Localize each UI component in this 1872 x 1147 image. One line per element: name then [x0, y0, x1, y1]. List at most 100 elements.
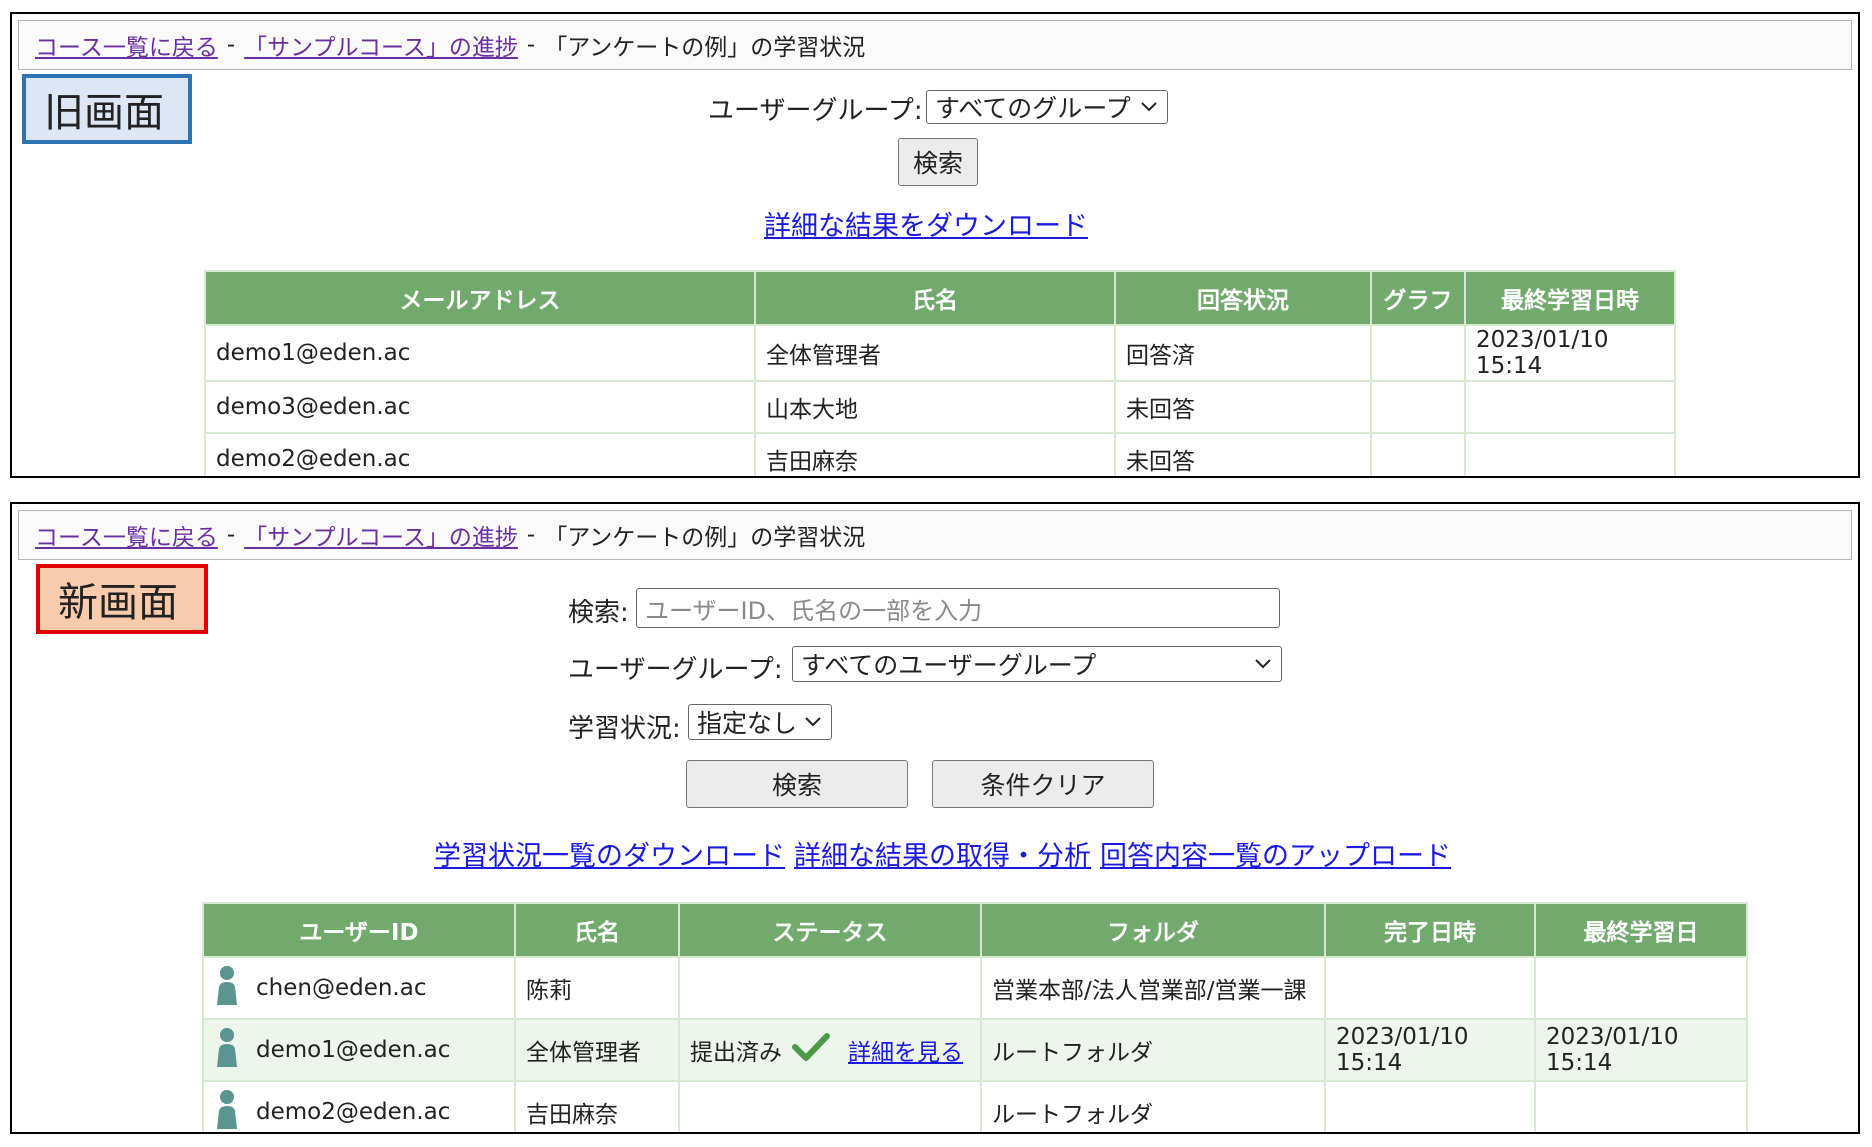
chevron-down-icon	[1137, 95, 1161, 119]
table-row: demo1@eden.ac 全体管理者 提出済み 詳細を見る ルートフォルダ 2…	[202, 1018, 1748, 1082]
last-study-cell	[1464, 432, 1676, 476]
folder-cell: ルートフォルダ	[980, 1018, 1326, 1082]
name-cell: 陈莉	[514, 956, 680, 1020]
breadcrumb-current: 「アンケートの例」の学習状況	[544, 525, 866, 551]
user-id-text[interactable]: demo1@eden.ac	[256, 1037, 450, 1063]
name-cell: 全体管理者	[514, 1018, 680, 1082]
study-status-select[interactable]: 指定なし	[688, 704, 832, 740]
last-study-cell	[1464, 380, 1676, 434]
breadcrumb-separator: -	[526, 522, 536, 548]
col-header-answer-status[interactable]: 回答状況	[1114, 270, 1372, 326]
folder-cell: ルートフォルダ	[980, 1080, 1326, 1132]
col-header-completed[interactable]: 完了日時	[1324, 902, 1536, 958]
table-header-row: メールアドレス 氏名 回答状況 グラフ 最終学習日時	[204, 270, 1676, 326]
chevron-down-icon	[801, 710, 825, 734]
user-icon	[214, 1027, 240, 1073]
search-input[interactable]: ユーザーID、氏名の一部を入力	[636, 588, 1280, 628]
completed-cell	[1324, 1080, 1536, 1132]
graph-cell	[1370, 432, 1466, 476]
course-progress-link[interactable]: 「サンプルコース」の進捗	[244, 28, 518, 62]
status-cell: 提出済み 詳細を見る	[678, 1018, 982, 1082]
study-status-select-value: 指定なし	[697, 709, 798, 738]
table-row: demo2@eden.ac 吉田麻奈 未回答	[204, 432, 1676, 476]
email-cell: demo1@eden.ac	[204, 324, 756, 382]
study-status-label: 学習状況:	[568, 714, 681, 744]
completed-cell: 2023/01/10 15:14	[1324, 1018, 1536, 1082]
back-to-courses-link[interactable]: コース一覧に戻る	[35, 518, 218, 552]
search-button[interactable]: 検索	[686, 760, 908, 808]
col-header-folder[interactable]: フォルダ	[980, 902, 1326, 958]
answer-status-cell: 未回答	[1114, 380, 1372, 434]
completed-cell	[1324, 956, 1536, 1020]
user-id-cell: chen@eden.ac	[202, 956, 516, 1020]
status-cell	[678, 1080, 982, 1132]
name-cell: 全体管理者	[754, 324, 1116, 382]
group-select-value: すべてのグループ	[935, 94, 1131, 123]
user-icon	[214, 1089, 240, 1132]
col-header-status[interactable]: ステータス	[678, 902, 982, 958]
col-header-name[interactable]: 氏名	[514, 902, 680, 958]
breadcrumb-current: 「アンケートの例」の学習状況	[544, 35, 866, 61]
old-screen-panel: コース一覧に戻る - 「サンプルコース」の進捗 - 「アンケートの例」の学習状況…	[10, 12, 1860, 478]
last-study-cell: 2023/01/10 15:14	[1534, 1018, 1748, 1082]
breadcrumb-separator: -	[226, 522, 236, 548]
chevron-down-icon	[1251, 652, 1275, 676]
email-cell: demo3@eden.ac	[204, 380, 756, 434]
col-header-last-study[interactable]: 最終学習日時	[1464, 270, 1676, 326]
group-select[interactable]: すべてのグループ	[926, 90, 1168, 124]
user-icon	[214, 965, 240, 1011]
folder-cell: 営業本部/法人営業部/営業一課	[980, 956, 1326, 1020]
table-row: chen@eden.ac 陈莉 営業本部/法人営業部/営業一課	[202, 956, 1748, 1020]
breadcrumb: コース一覧に戻る - 「サンプルコース」の進捗 - 「アンケートの例」の学習状況	[18, 20, 1852, 70]
results-table: メールアドレス 氏名 回答状況 グラフ 最終学習日時 demo1@eden.ac…	[204, 270, 1676, 476]
status-text: 提出済み	[690, 1040, 782, 1066]
breadcrumb: コース一覧に戻る - 「サンプルコース」の進捗 - 「アンケートの例」の学習状況	[18, 510, 1852, 560]
graph-cell	[1370, 380, 1466, 434]
user-id-text[interactable]: chen@eden.ac	[256, 975, 426, 1001]
upload-answers-link[interactable]: 回答内容一覧のアップロード	[1100, 834, 1451, 873]
group-label: ユーザーグループ:	[708, 96, 923, 126]
back-to-courses-link[interactable]: コース一覧に戻る	[35, 28, 218, 62]
group-select-value: すべてのユーザーグループ	[801, 651, 1097, 680]
group-label: ユーザーグループ:	[568, 655, 783, 685]
last-study-cell	[1534, 956, 1748, 1020]
answer-status-cell: 未回答	[1114, 432, 1372, 476]
col-header-name[interactable]: 氏名	[754, 270, 1116, 326]
col-header-last-study[interactable]: 最終学習日	[1534, 902, 1748, 958]
name-cell: 吉田麻奈	[514, 1080, 680, 1132]
view-details-link[interactable]: 詳細を見る	[848, 1033, 963, 1067]
download-detailed-results-link[interactable]: 詳細な結果をダウンロード	[764, 204, 1088, 243]
last-study-cell	[1534, 1080, 1748, 1132]
table-row: demo2@eden.ac 吉田麻奈 ルートフォルダ	[202, 1080, 1748, 1132]
group-select[interactable]: すべてのユーザーグループ	[792, 646, 1282, 682]
col-header-graph[interactable]: グラフ	[1370, 270, 1466, 326]
results-table: ユーザーID 氏名 ステータス フォルダ 完了日時 最終学習日 chen@ede…	[202, 902, 1748, 1132]
breadcrumb-separator: -	[526, 32, 536, 58]
new-screen-panel: コース一覧に戻る - 「サンプルコース」の進捗 - 「アンケートの例」の学習状況…	[10, 502, 1860, 1134]
name-cell: 吉田麻奈	[754, 432, 1116, 476]
user-id-text[interactable]: demo2@eden.ac	[256, 1099, 450, 1125]
search-label: 検索:	[568, 598, 629, 628]
clear-conditions-button[interactable]: 条件クリア	[932, 760, 1154, 808]
col-header-user-id[interactable]: ユーザーID	[202, 902, 516, 958]
table-row: demo3@eden.ac 山本大地 未回答	[204, 380, 1676, 434]
col-header-email[interactable]: メールアドレス	[204, 270, 756, 326]
answer-status-cell: 回答済	[1114, 324, 1372, 382]
name-cell: 山本大地	[754, 380, 1116, 434]
user-id-cell: demo1@eden.ac	[202, 1018, 516, 1082]
graph-cell	[1370, 324, 1466, 382]
course-progress-link[interactable]: 「サンプルコース」の進捗	[244, 518, 518, 552]
email-cell: demo2@eden.ac	[204, 432, 756, 476]
search-button[interactable]: 検索	[898, 138, 978, 186]
old-screen-badge: 旧画面	[22, 74, 192, 144]
breadcrumb-separator: -	[226, 32, 236, 58]
checkmark-icon	[792, 1032, 830, 1068]
user-id-cell: demo2@eden.ac	[202, 1080, 516, 1132]
detailed-results-analysis-link[interactable]: 詳細な結果の取得・分析	[794, 834, 1091, 873]
download-study-status-link[interactable]: 学習状況一覧のダウンロード	[434, 834, 785, 873]
last-study-cell: 2023/01/10 15:14	[1464, 324, 1676, 382]
new-screen-badge: 新画面	[36, 564, 208, 634]
table-header-row: ユーザーID 氏名 ステータス フォルダ 完了日時 最終学習日	[202, 902, 1748, 958]
status-cell	[678, 956, 982, 1020]
table-row: demo1@eden.ac 全体管理者 回答済 2023/01/10 15:14	[204, 324, 1676, 382]
